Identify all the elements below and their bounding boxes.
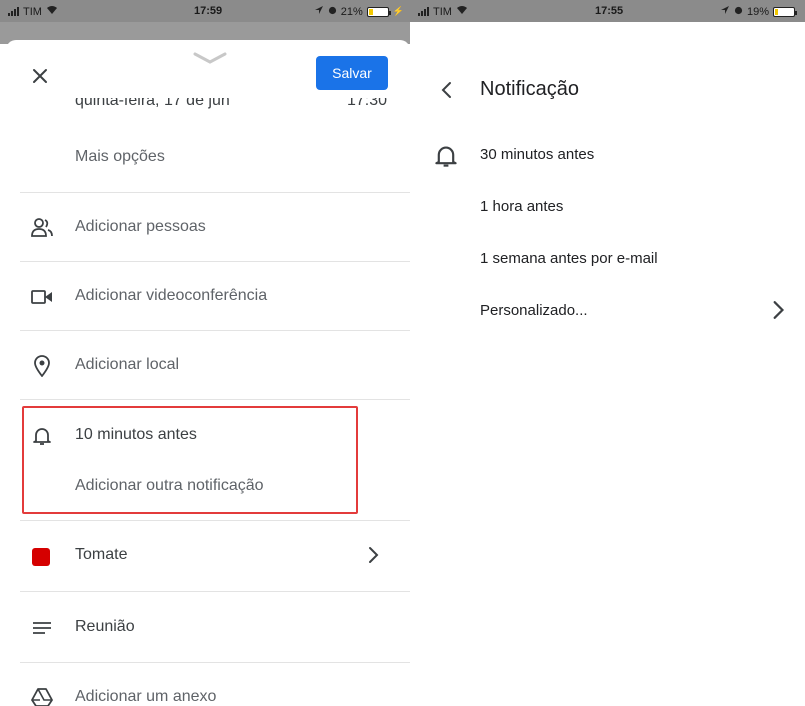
notification-option-custom[interactable]: Personalizado... (480, 302, 588, 319)
bell-icon (435, 146, 457, 167)
location-icon (314, 5, 324, 18)
battery-fill (775, 8, 779, 15)
add-notification-button[interactable]: Adicionar outra notificação (75, 477, 264, 495)
chevron-left-icon (441, 82, 451, 98)
date-row[interactable]: quinta-feira, 17 de jun 17:30 (75, 98, 393, 118)
charging-icon: ⚡ (392, 6, 404, 16)
notification-option[interactable]: 30 minutos antes (480, 146, 594, 163)
chevron-right-icon (773, 301, 785, 319)
event-time: 17:30 (346, 98, 387, 109)
add-location-button[interactable]: Adicionar local (75, 356, 179, 374)
battery-icon (366, 6, 391, 17)
battery-fill (368, 8, 373, 15)
event-editor-sheet: Salvar quinta-feira, 17 de jun 17:30 Mai… (6, 40, 410, 706)
notification-option[interactable]: 1 semana antes por e-mail (480, 250, 658, 267)
divider (20, 399, 410, 400)
back-button[interactable] (434, 78, 458, 102)
divider (20, 261, 410, 262)
chevron-right-icon (366, 546, 386, 566)
highlight-box (22, 406, 358, 514)
more-options-link[interactable]: Mais opções (75, 148, 165, 166)
people-icon (30, 216, 54, 240)
status-right-cluster: 19% (720, 5, 797, 18)
clock: 17:55 (595, 5, 624, 17)
event-color-item[interactable]: Tomate (75, 546, 127, 564)
close-button[interactable] (26, 62, 54, 90)
signal-icon (8, 7, 19, 16)
battery-percent: 21% (340, 5, 363, 18)
drive-icon (30, 685, 54, 706)
divider (20, 591, 410, 592)
event-date: quinta-feira, 17 de jun (75, 98, 230, 109)
close-icon (33, 69, 47, 83)
add-attachment-button[interactable]: Adicionar um anexo (75, 688, 216, 706)
description-field[interactable]: Reunião (75, 618, 135, 636)
alarm-icon (328, 6, 337, 18)
divider (20, 662, 410, 663)
add-people-button[interactable]: Adicionar pessoas (75, 218, 206, 236)
location-icon (720, 5, 730, 18)
location-pin-icon (30, 354, 54, 378)
divider (20, 192, 410, 193)
status-bar-right: TIM 17:55 19% (410, 0, 805, 22)
drag-handle-icon[interactable] (193, 52, 227, 64)
notification-screen: Notificação 30 minutos antes 1 hora ante… (410, 22, 805, 706)
battery-icon (773, 6, 797, 17)
color-swatch (32, 548, 50, 566)
notification-item[interactable]: 10 minutos antes (75, 426, 197, 444)
wifi-icon (456, 5, 468, 18)
carrier-name: TIM (433, 5, 452, 18)
bell-icon (30, 424, 54, 448)
divider (20, 520, 410, 521)
notes-icon (30, 616, 54, 640)
notification-option[interactable]: 1 hora antes (480, 198, 563, 215)
page-title: Notificação (480, 78, 579, 100)
carrier-name: TIM (23, 5, 42, 18)
status-bar-left: TIM 17:59 21% ⚡ (0, 0, 410, 22)
wifi-icon (46, 5, 58, 18)
add-video-conference-button[interactable]: Adicionar videoconferência (75, 287, 267, 305)
save-button[interactable]: Salvar (316, 56, 388, 90)
status-right-cluster: 21% ⚡ (314, 5, 404, 18)
alarm-icon (734, 6, 743, 18)
battery-percent: 19% (746, 5, 769, 18)
carrier: TIM (418, 5, 468, 18)
screenshot-root: TIM 17:59 21% ⚡ TIM 17:55 19% Salvar qui… (0, 0, 805, 706)
clock: 17:59 (194, 5, 223, 17)
divider (20, 330, 410, 331)
carrier: TIM (8, 5, 58, 18)
signal-icon (418, 7, 429, 16)
videocam-icon (30, 285, 54, 309)
